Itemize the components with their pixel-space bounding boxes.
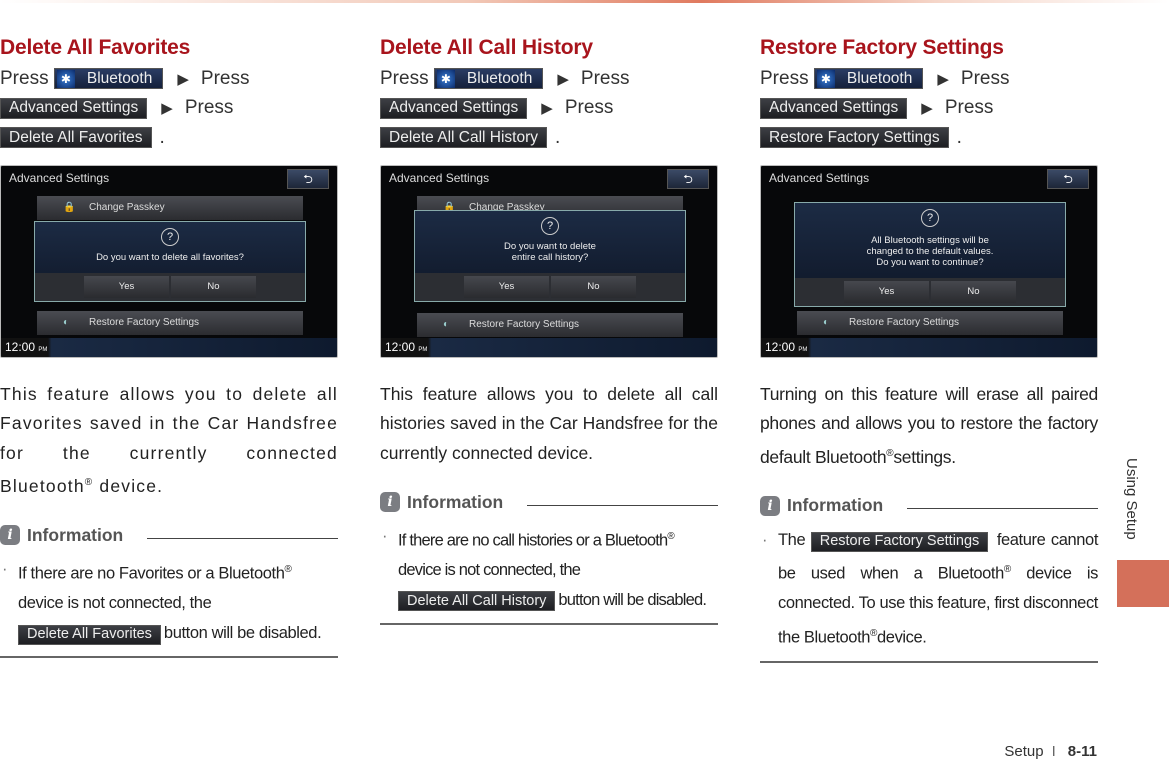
question-icon: ? <box>161 227 179 246</box>
bluetooth-button: ✱ Bluetooth <box>53 68 164 90</box>
bluetooth-icon: ✱ <box>816 69 835 88</box>
arrow-icon: ▶ <box>937 70 949 88</box>
section-title: Delete All Favorites <box>0 36 191 59</box>
arrow-icon: ▶ <box>161 100 173 118</box>
info-note: · If there are no Favorites or a Bluetoot… <box>0 555 338 648</box>
delete-all-call-history-button: Delete All Call History <box>398 591 556 612</box>
delete-all-favorites-button: Delete All Favorites <box>0 127 152 149</box>
delete-all-favorites-button: Delete All Favorites <box>18 624 161 645</box>
chapter-label: Using Setup <box>1123 458 1140 540</box>
info-note: · If there are no call histories or a Blu… <box>380 522 718 615</box>
bluetooth-button: ✱ Bluetooth <box>433 68 544 90</box>
back-icon: ⮌ <box>1047 168 1089 189</box>
confirm-dialog: ? Do you want to delete all favorites? Yes… <box>34 220 306 302</box>
restore-factory-settings-button: Restore Factory Settings <box>760 127 949 149</box>
advanced-settings-button: Advanced Settings <box>760 97 908 119</box>
section-restore-factory-settings: Restore Factory Settings Press ✱ Bluetoot… <box>760 36 1098 663</box>
arrow-icon: ▶ <box>541 100 553 118</box>
page-footer: Setup I 8-11 <box>1004 743 1097 760</box>
lock-icon: 🔒 <box>63 201 76 213</box>
description: This feature allows you to delete all ca… <box>380 383 718 463</box>
bluetooth-button: ✱ Bluetooth <box>813 68 924 90</box>
info-icon: i <box>380 492 400 512</box>
bluetooth-icon: ✱ <box>56 69 75 88</box>
top-decorative-line <box>0 0 1169 3</box>
arrow-icon: ▶ <box>177 70 189 88</box>
device-screenshot: Advanced Settings ⮌ ◐ Restore Factory Set… <box>760 164 1098 358</box>
confirm-dialog: ? Do you want to delete entire call histor… <box>414 209 686 302</box>
info-note: · The Restore Factory Settings feature ca… <box>762 530 1099 647</box>
chapter-tab <box>1117 560 1169 607</box>
description: Turning on this feature will erase all p… <box>760 383 1098 467</box>
confirm-dialog: ? All Bluetooth settings will be changed t… <box>794 201 1066 307</box>
question-icon: ? <box>541 216 559 235</box>
restore-icon: ◐ <box>63 316 70 328</box>
description: This feature allows you to delete all Fa… <box>0 383 338 496</box>
device-screenshot: Advanced Settings ⮌ 🔒 Change Passkey ? Do … <box>0 164 338 358</box>
back-icon: ⮌ <box>287 168 329 189</box>
arrow-icon: ▶ <box>921 100 933 118</box>
info-icon: i <box>0 525 20 546</box>
device-screenshot: Advanced Settings ⮌ 🔒 Change Passkey ? Do … <box>380 164 718 358</box>
arrow-icon: ▶ <box>557 70 569 88</box>
question-icon: ? <box>921 208 939 227</box>
advanced-settings-button: Advanced Settings <box>0 97 148 119</box>
section-delete-all-favorites: Delete All Favorites Press ✱ Bluetooth ▶ Pr… <box>0 36 338 659</box>
restore-factory-settings-button: Restore Factory Settings <box>810 531 989 552</box>
section-title: Restore Factory Settings <box>760 36 1004 59</box>
section-title: Delete All Call History <box>380 36 593 59</box>
restore-icon: ◐ <box>443 318 450 330</box>
restore-icon: ◐ <box>823 316 830 328</box>
page-number: 8-11 <box>1067 743 1097 760</box>
section-delete-all-call-history: Delete All Call History Press ✱ Bluetooth… <box>380 36 718 625</box>
advanced-settings-button: Advanced Settings <box>380 97 528 119</box>
info-icon: i <box>760 495 780 516</box>
back-icon: ⮌ <box>667 168 709 189</box>
delete-all-call-history-button: Delete All Call History <box>380 127 548 149</box>
bluetooth-icon: ✱ <box>436 69 455 88</box>
